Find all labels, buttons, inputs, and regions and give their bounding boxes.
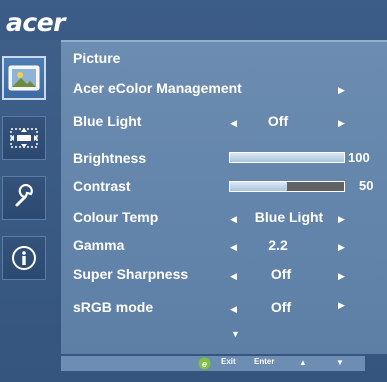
super-sharpness-value: Off	[270, 266, 292, 282]
svg-text:e: e	[202, 359, 207, 369]
down-arrow-icon[interactable]: ▼	[336, 358, 344, 367]
picture-icon	[8, 65, 40, 91]
brightness-value: 100	[348, 150, 370, 165]
tab-settings[interactable]	[2, 176, 46, 220]
enter-key-label[interactable]: Enter	[254, 357, 274, 366]
menu-item-gamma[interactable]: Gamma	[73, 237, 124, 253]
chevron-right-icon[interactable]: ▶	[338, 300, 345, 311]
up-arrow-icon[interactable]: ▲	[299, 358, 307, 367]
chevron-right-icon[interactable]: ▶	[338, 85, 345, 96]
chevron-left-icon[interactable]: ◀	[230, 118, 237, 129]
colour-temp-value: Blue Light	[254, 209, 324, 225]
chevron-right-icon[interactable]: ▶	[338, 242, 345, 253]
tab-picture[interactable]	[2, 56, 46, 100]
menu-item-srgb-mode[interactable]: sRGB mode	[73, 299, 153, 315]
menu-item-brightness[interactable]: Brightness	[73, 150, 146, 166]
menu-title: Picture	[73, 50, 121, 66]
menu-item-ecolor-management[interactable]: Acer eColor Management	[73, 80, 242, 96]
chevron-left-icon[interactable]: ◀	[230, 271, 237, 282]
brightness-slider-fill	[230, 153, 344, 162]
menu-item-super-sharpness[interactable]: Super Sharpness	[73, 266, 188, 282]
eco-e-icon: e	[198, 357, 211, 370]
gamma-value: 2.2	[268, 237, 288, 253]
settings-icon	[15, 184, 33, 207]
acer-logo: acer	[6, 8, 65, 37]
tab-information[interactable]	[2, 236, 46, 280]
more-below-arrow-icon[interactable]: ▼	[231, 329, 240, 339]
contrast-slider-fill	[230, 182, 287, 191]
info-icon	[12, 246, 36, 270]
menu-item-blue-light[interactable]: Blue Light	[73, 113, 141, 129]
chevron-right-icon[interactable]: ▶	[338, 118, 345, 129]
tab-display-position[interactable]	[2, 116, 46, 160]
chevron-right-icon[interactable]: ▶	[338, 271, 345, 282]
exit-key-label[interactable]: Exit	[221, 357, 236, 366]
contrast-slider[interactable]	[229, 181, 345, 192]
chevron-left-icon[interactable]: ◀	[230, 304, 237, 315]
chevron-right-icon[interactable]: ▶	[338, 214, 345, 225]
picture-menu-panel: Picture Acer eColor Management ▶ Blue Li…	[61, 40, 387, 354]
category-rail	[0, 44, 56, 354]
header-bar: acer	[0, 0, 387, 40]
brightness-slider[interactable]	[229, 152, 345, 163]
display-position-icon	[10, 128, 38, 148]
menu-item-colour-temp[interactable]: Colour Temp	[73, 209, 158, 225]
srgb-mode-value: Off	[270, 299, 292, 315]
key-hint-bar: e Exit Enter ▲ ▼	[61, 356, 365, 371]
contrast-value: 50	[359, 178, 374, 193]
blue-light-value: Off	[267, 113, 289, 129]
chevron-left-icon[interactable]: ◀	[230, 242, 237, 253]
menu-item-contrast[interactable]: Contrast	[73, 178, 131, 194]
chevron-left-icon[interactable]: ◀	[230, 214, 237, 225]
